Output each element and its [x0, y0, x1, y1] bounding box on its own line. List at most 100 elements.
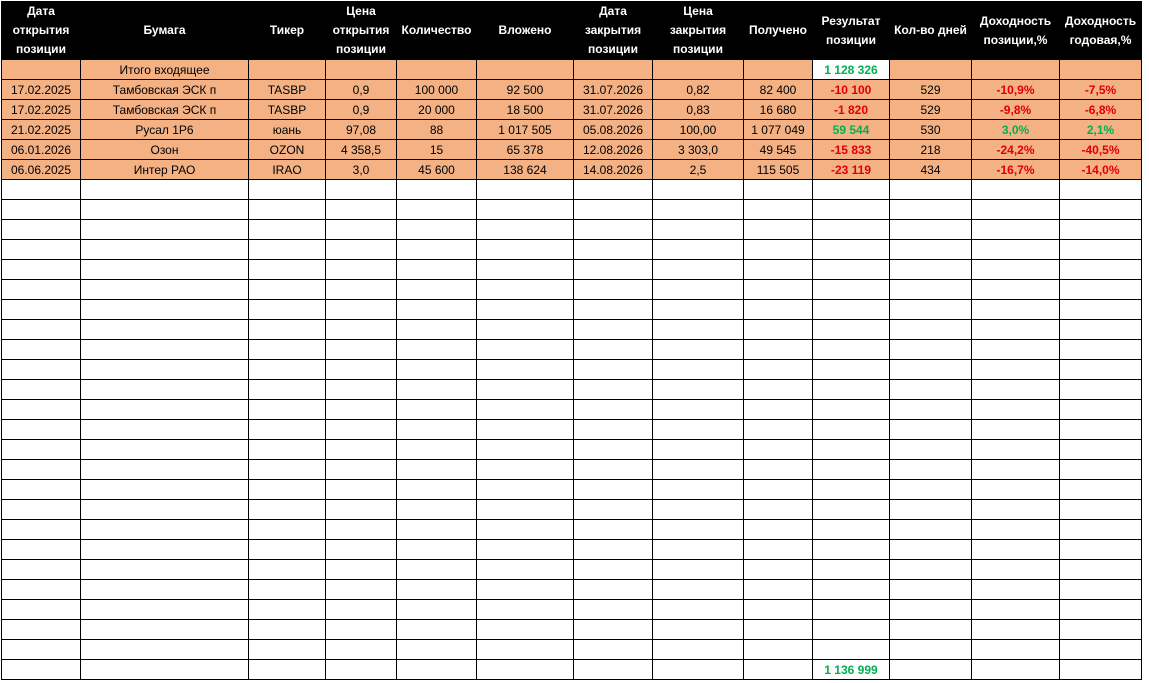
table-cell[interactable]: [1, 379, 81, 400]
table-cell[interactable]: [1, 499, 81, 520]
table-cell[interactable]: [476, 299, 574, 320]
open-date-cell[interactable]: 17.02.2025: [1, 79, 81, 100]
table-cell[interactable]: [396, 619, 477, 640]
close-date-cell[interactable]: 05.08.2026: [573, 119, 653, 140]
table-cell[interactable]: [743, 539, 813, 560]
table-cell[interactable]: [80, 339, 249, 360]
position-yield-cell[interactable]: -9,8%: [971, 99, 1060, 120]
position-yield-cell[interactable]: -24,2%: [971, 139, 1060, 160]
security-cell[interactable]: Тамбовская ЭСК п: [80, 99, 249, 120]
table-cell[interactable]: [325, 259, 397, 280]
table-cell[interactable]: [889, 299, 972, 320]
table-cell[interactable]: [812, 559, 890, 580]
security-cell[interactable]: Озон: [80, 139, 249, 160]
table-cell[interactable]: [1059, 539, 1142, 560]
table-cell[interactable]: [652, 659, 744, 680]
table-cell[interactable]: [1, 179, 81, 200]
table-cell[interactable]: [80, 459, 249, 480]
table-cell[interactable]: [80, 619, 249, 640]
table-cell[interactable]: [476, 279, 574, 300]
table-cell[interactable]: [743, 439, 813, 460]
table-cell[interactable]: [1, 539, 81, 560]
table-cell[interactable]: [812, 479, 890, 500]
table-cell[interactable]: [1059, 619, 1142, 640]
table-cell[interactable]: [1059, 359, 1142, 380]
annual-yield-cell[interactable]: 2,1%: [1059, 119, 1142, 140]
table-cell[interactable]: [812, 399, 890, 420]
table-cell[interactable]: [1, 259, 81, 280]
table-cell[interactable]: [971, 659, 1060, 680]
table-cell[interactable]: [1059, 279, 1142, 300]
table-cell[interactable]: [812, 419, 890, 440]
close-date-cell[interactable]: 31.07.2026: [573, 99, 653, 120]
ticker-cell[interactable]: IRAO: [248, 159, 326, 180]
table-cell[interactable]: [1059, 479, 1142, 500]
header-security[interactable]: Бумага: [80, 1, 249, 60]
table-cell[interactable]: [743, 259, 813, 280]
table-cell[interactable]: [652, 559, 744, 580]
table-cell[interactable]: [80, 199, 249, 220]
header-days[interactable]: Кол-во дней: [889, 1, 972, 60]
table-cell[interactable]: [743, 339, 813, 360]
result-cell[interactable]: 59 544: [812, 119, 890, 140]
table-cell[interactable]: [652, 359, 744, 380]
table-cell[interactable]: [573, 299, 653, 320]
table-cell[interactable]: [971, 299, 1060, 320]
table-cell[interactable]: [325, 319, 397, 340]
quantity-cell[interactable]: 88: [396, 119, 477, 140]
table-cell[interactable]: [396, 379, 477, 400]
table-cell[interactable]: [971, 259, 1060, 280]
table-cell[interactable]: [812, 539, 890, 560]
table-cell[interactable]: [80, 379, 249, 400]
table-cell[interactable]: [573, 459, 653, 480]
table-cell[interactable]: [248, 639, 326, 660]
table-cell[interactable]: [743, 199, 813, 220]
table-cell[interactable]: [889, 59, 972, 80]
table-cell[interactable]: [80, 539, 249, 560]
table-cell[interactable]: [476, 659, 574, 680]
table-cell[interactable]: [652, 499, 744, 520]
table-cell[interactable]: [971, 379, 1060, 400]
table-cell[interactable]: [248, 239, 326, 260]
table-cell[interactable]: [325, 379, 397, 400]
table-cell[interactable]: [743, 519, 813, 540]
table-cell[interactable]: [396, 339, 477, 360]
table-cell[interactable]: [80, 219, 249, 240]
annual-yield-cell[interactable]: -7,5%: [1059, 79, 1142, 100]
header-annual-yield[interactable]: Доходность годовая,%: [1059, 1, 1142, 60]
table-cell[interactable]: [248, 419, 326, 440]
table-cell[interactable]: [248, 319, 326, 340]
table-cell[interactable]: [573, 379, 653, 400]
table-cell[interactable]: [573, 279, 653, 300]
table-cell[interactable]: [248, 379, 326, 400]
table-cell[interactable]: [889, 579, 972, 600]
table-cell[interactable]: [652, 519, 744, 540]
table-cell[interactable]: [652, 259, 744, 280]
table-cell[interactable]: [476, 359, 574, 380]
table-cell[interactable]: [396, 639, 477, 660]
table-cell[interactable]: [743, 399, 813, 420]
table-cell[interactable]: [889, 459, 972, 480]
table-cell[interactable]: [812, 379, 890, 400]
table-cell[interactable]: [889, 179, 972, 200]
table-cell[interactable]: [573, 599, 653, 620]
table-cell[interactable]: [396, 419, 477, 440]
table-cell[interactable]: [743, 639, 813, 660]
table-cell[interactable]: [889, 239, 972, 260]
table-cell[interactable]: [248, 619, 326, 640]
table-cell[interactable]: [325, 59, 397, 80]
table-cell[interactable]: [248, 499, 326, 520]
table-cell[interactable]: [476, 59, 574, 80]
header-open-price[interactable]: Цена открытия позиции: [325, 1, 397, 60]
annual-yield-cell[interactable]: -14,0%: [1059, 159, 1142, 180]
table-cell[interactable]: [325, 359, 397, 380]
table-cell[interactable]: [248, 439, 326, 460]
table-cell[interactable]: [743, 179, 813, 200]
table-cell[interactable]: [652, 379, 744, 400]
security-cell[interactable]: Тамбовская ЭСК п: [80, 79, 249, 100]
table-cell[interactable]: [889, 499, 972, 520]
table-cell[interactable]: [889, 619, 972, 640]
days-cell[interactable]: 434: [889, 159, 972, 180]
days-cell[interactable]: 529: [889, 99, 972, 120]
table-cell[interactable]: [573, 619, 653, 640]
